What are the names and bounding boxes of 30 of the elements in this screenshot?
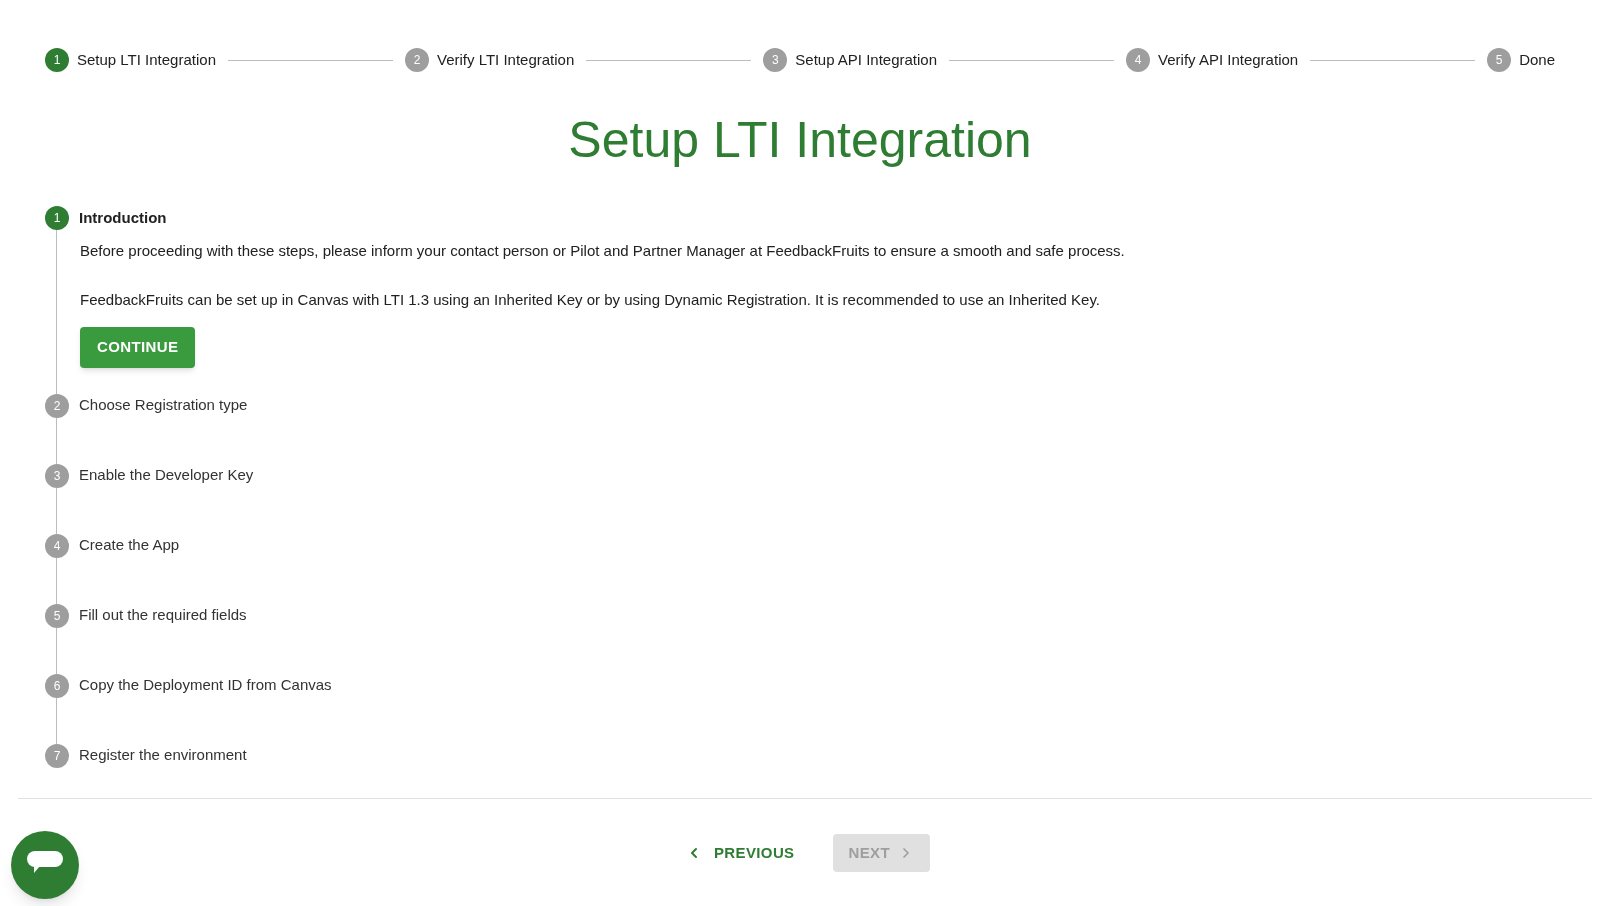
step-label[interactable]: Copy the Deployment ID from Canvas (79, 674, 332, 697)
step-number: 2 (45, 393, 69, 418)
stepper-label[interactable]: Setup LTI Integration (77, 48, 216, 72)
step-number: 2 (405, 48, 429, 72)
stepper-label[interactable]: Setup API Integration (795, 48, 938, 72)
step-label[interactable]: Enable the Developer Key (79, 464, 254, 487)
continue-button[interactable]: CONTINUE (80, 327, 196, 368)
step-number: 7 (45, 743, 69, 768)
stepper-label[interactable]: Done (1519, 48, 1555, 72)
step-label[interactable]: Create the App (79, 534, 180, 557)
page-title: Setup LTI Integration (567, 111, 1033, 170)
step-number: 4 (45, 533, 69, 558)
step-label[interactable]: Introduction (79, 206, 167, 230)
step-number: 1 (45, 206, 69, 230)
step-number: 4 (1126, 48, 1151, 72)
previous-button[interactable]: PREVIOUS (669, 834, 811, 872)
step-number: 5 (45, 603, 69, 628)
step-number: 6 (45, 673, 69, 698)
stepper-label[interactable]: Verify LTI Integration (437, 48, 575, 72)
step-number: 3 (45, 463, 69, 488)
step-number: 1 (45, 48, 69, 72)
step-label[interactable]: Choose Registration type (79, 394, 248, 417)
step-label[interactable]: Register the environment (79, 744, 247, 767)
step-number: 5 (1487, 48, 1512, 72)
step-paragraph: FeedbackFruits can be set up in Canvas with LTI 1.3 using an Inherited Key or by using Dynamic Registration. It is recommended to use an Inherited Key. (80, 289, 1101, 310)
chat-button[interactable] (11, 831, 79, 899)
step-number: 3 (763, 48, 788, 72)
step-label[interactable]: Fill out the required fields (79, 604, 247, 627)
stepper-label[interactable]: Verify API Integration (1158, 48, 1299, 72)
step-paragraph: Before proceeding with these steps, please inform your contact person or Pilot and Partner Manager at FeedbackFruits to ensure a smooth and safe process. (80, 241, 1126, 261)
